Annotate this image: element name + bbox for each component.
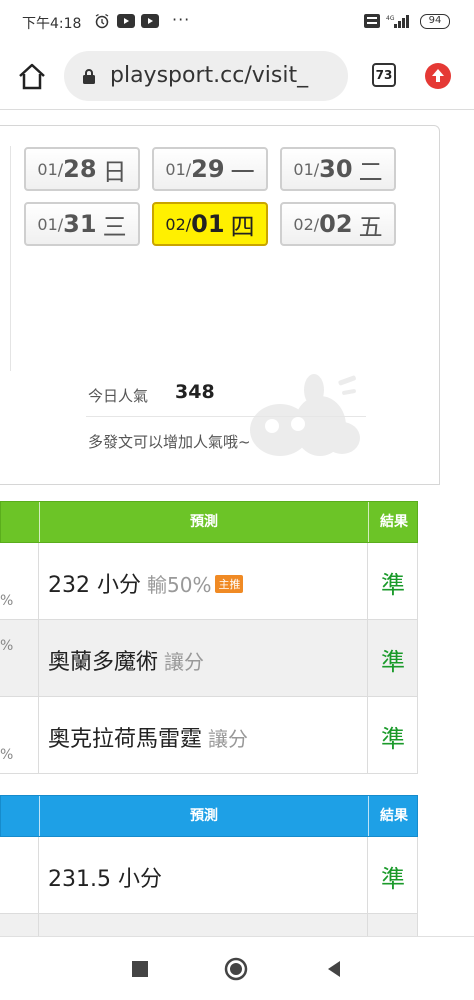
prediction-table-blue: 預測 結果 231.5 小分 準 [0,795,418,944]
home-circle-icon[interactable] [224,957,248,981]
table-header: 預測 結果 [0,501,418,543]
date-button-0201-selected[interactable]: 02/01 四 [152,202,268,246]
system-nav-bar [0,936,474,1000]
header-prediction: 預測 [190,514,218,530]
table-row[interactable]: % 奧克拉荷馬雷霆 讓分 準 [0,697,418,774]
panel-divider [10,146,11,371]
row-result: 準 [381,648,405,676]
date-button-0129[interactable]: 01/29 一 [152,147,268,191]
browser-toolbar: playsport.cc/visit_ 73 [0,44,474,110]
date-button-0128[interactable]: 01/28 日 [24,147,140,191]
date-button-0130[interactable]: 01/30 二 [280,147,396,191]
header-prediction: 預測 [190,808,218,824]
volte-icon [364,14,380,28]
featured-badge: 主推 [215,575,244,593]
signal-icon: 4G [386,14,412,28]
popularity-divider [86,416,366,417]
table-header: 預測 結果 [0,795,418,837]
status-bar: 下午4:18 ··· 4G 94 [0,0,474,44]
status-time: 下午4:18 [22,16,82,32]
youtube-icon [141,14,159,28]
row-prediction: 231.5 小分 [48,867,162,892]
svg-text:4G: 4G [386,15,395,22]
header-result: 結果 [380,808,408,824]
tabs-icon[interactable]: 73 [372,63,396,87]
table-row[interactable]: % 奧蘭多魔術 讓分 準 [0,620,418,697]
recent-apps-icon[interactable] [128,957,152,981]
row-result: 準 [381,725,405,753]
youtube-icon [117,14,135,28]
header-result: 結果 [380,514,408,530]
row-prediction: 奧蘭多魔術 讓分 [48,650,205,675]
mascot-watermark-icon [250,374,360,456]
date-button-0202[interactable]: 02/02 五 [280,202,396,246]
row-percent: % [0,638,14,654]
row-result: 準 [381,865,405,893]
popularity-value: 348 [175,381,215,403]
table-row[interactable]: % 232 小分 輸50% 主推 準 [0,543,418,620]
row-prediction: 232 小分 輸50% 主推 [48,567,244,599]
popularity-hint: 多發文可以增加人氣哦~ [88,433,251,451]
home-icon[interactable] [16,62,48,92]
url-text: playsport.cc/visit_ [110,63,309,88]
battery-icon: 94 [420,14,450,29]
url-bar[interactable]: playsport.cc/visit_ [64,51,348,101]
table-row[interactable]: 231.5 小分 準 [0,837,418,914]
row-prediction: 奧克拉荷馬雷霆 讓分 [48,727,249,752]
row-percent: % [0,747,14,763]
date-button-0131[interactable]: 01/31 三 [24,202,140,246]
prediction-table-green: 預測 結果 % 232 小分 輸50% 主推 準 % 奧蘭多魔術 讓分 準 % 奧克拉… [0,501,418,774]
status-more: ··· [172,10,191,29]
popularity-label: 今日人氣 [88,387,149,405]
row-result: 準 [381,571,405,599]
row-percent: % [0,593,14,609]
alarm-icon [94,13,110,29]
update-icon[interactable] [425,63,451,89]
lock-icon [82,68,96,84]
back-icon[interactable] [322,957,346,981]
